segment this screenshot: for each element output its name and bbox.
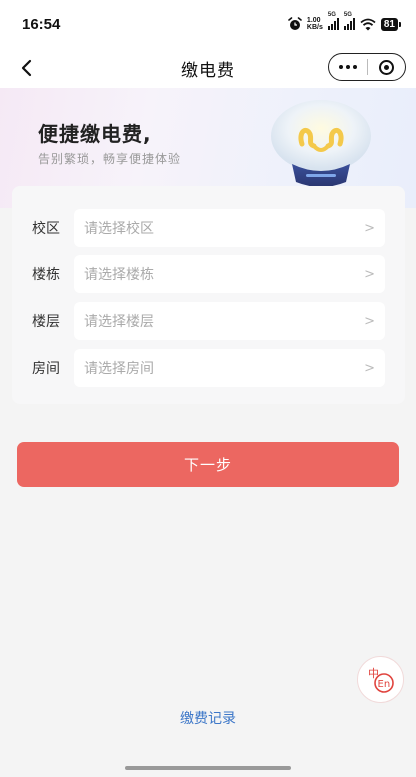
signal-icon: 5G [343, 12, 355, 30]
language-toggle-button[interactable]: 中 En [357, 656, 404, 703]
form-row-campus: 校区 请选择校区 > [12, 209, 405, 247]
building-select[interactable]: 请选择楼栋 > [74, 255, 385, 293]
floor-placeholder: 请选择楼层 [84, 314, 154, 330]
chevron-right-icon: > [364, 266, 375, 282]
status-icons: 1.00 KB/s 5G 5G 81 [288, 12, 402, 31]
chevron-right-icon: > [364, 313, 375, 329]
location-form: 校区 请选择校区 > 楼栋 请选择楼栋 > 楼层 请选择楼层 > 房间 请选择房… [12, 186, 405, 404]
floor-label: 楼层 [32, 314, 60, 330]
back-icon [21, 59, 32, 77]
chevron-right-icon: > [364, 360, 375, 376]
building-placeholder: 请选择楼栋 [84, 267, 154, 283]
battery-icon: 81 [380, 17, 402, 31]
room-placeholder: 请选择房间 [84, 361, 154, 377]
status-time: 16:54 [22, 15, 61, 33]
home-indicator[interactable] [125, 766, 291, 770]
close-miniprogram-button[interactable] [368, 54, 406, 80]
building-label: 楼栋 [32, 267, 60, 283]
speed-unit: KB/s [306, 24, 323, 31]
campus-select[interactable]: 请选择校区 > [74, 209, 385, 247]
banner-title: 便捷缴电费, [38, 122, 152, 146]
form-row-building: 楼栋 请选择楼栋 > [12, 255, 405, 293]
banner-subtitle: 告别繁琐，畅享便捷体验 [38, 152, 182, 166]
wifi-icon [360, 18, 376, 30]
alarm-icon [288, 17, 302, 30]
page-title: 缴电费 [181, 60, 235, 81]
language-icon: 中 En [368, 667, 394, 693]
campus-label: 校区 [32, 221, 60, 237]
form-row-room: 房间 请选择房间 > [12, 349, 405, 387]
chevron-right-icon: > [364, 220, 375, 236]
room-label: 房间 [32, 361, 60, 377]
status-bar: 16:54 1.00 KB/s 5G 5G 81 [0, 0, 416, 48]
signal-icon: 5G [327, 12, 339, 30]
form-row-floor: 楼层 请选择楼层 > [12, 302, 405, 340]
sig2-label: 5G [343, 12, 352, 18]
floor-select[interactable]: 请选择楼层 > [74, 302, 385, 340]
more-icon [338, 65, 357, 69]
sig1-label: 5G [327, 12, 336, 18]
network-speed: 1.00 KB/s [307, 17, 323, 31]
back-button[interactable] [12, 54, 40, 82]
more-button[interactable] [329, 54, 367, 80]
next-step-button[interactable]: 下一步 [17, 442, 399, 487]
nav-bar: 缴电费 [0, 48, 416, 88]
mini-program-capsule [328, 53, 406, 81]
room-select[interactable]: 请选择房间 > [74, 349, 385, 387]
target-icon [378, 59, 394, 75]
campus-placeholder: 请选择校区 [84, 221, 154, 237]
speed-value: 1.00 [306, 17, 321, 24]
payment-records-link[interactable]: 缴费记录 [0, 708, 416, 728]
lang-en-glyph: En [377, 679, 390, 690]
